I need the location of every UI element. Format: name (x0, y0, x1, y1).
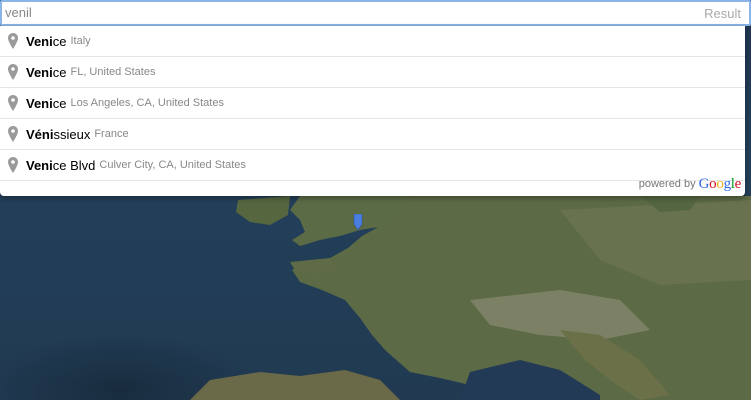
powered-by-text: powered by (638, 178, 696, 190)
suggestion-secondary-text: FL, United States (70, 66, 156, 78)
suggestion-item[interactable]: Venice Los Angeles, CA, United States (0, 88, 745, 119)
logo-letter: G (698, 175, 710, 192)
suggestion-item[interactable]: Venice FL, United States (0, 57, 745, 88)
logo-letter: o (716, 175, 724, 192)
map-pin-icon (0, 64, 26, 80)
unmatched-text: ce (52, 33, 67, 49)
suggestion-secondary-text: Italy (70, 35, 91, 47)
suggestion-main-text: Venice Blvd (26, 158, 95, 173)
suggestion-main-text: Vénissieux (26, 127, 90, 142)
suggestion-item[interactable]: Venice Blvd Culver City, CA, United Stat… (0, 150, 745, 181)
suggestion-main-text: Venice (26, 34, 66, 49)
map-pin-icon (0, 95, 26, 111)
logo-letter: e (734, 175, 742, 192)
suggestion-item[interactable]: Venice Italy (0, 26, 745, 57)
map-pin-icon (0, 126, 26, 142)
suggestion-main-text: Venice (26, 65, 66, 80)
matched-text: Veni (26, 33, 53, 49)
matched-text: Veni (26, 95, 53, 111)
search-box[interactable]: Result (0, 0, 751, 26)
map-marker-icon[interactable] (353, 214, 363, 230)
google-logo: Google (698, 175, 742, 193)
unmatched-text: ce (52, 64, 67, 80)
suggestion-secondary-text: France (94, 128, 129, 140)
unmatched-text: ce Blvd (52, 157, 96, 173)
matched-text: Véni (26, 126, 54, 142)
suggestion-secondary-text: Culver City, CA, United States (99, 159, 246, 171)
matched-text: Veni (26, 157, 53, 173)
unmatched-text: ssieux (53, 126, 91, 142)
autocomplete-dropdown: Venice Italy Venice FL, United States Ve… (0, 26, 745, 196)
map-pin-icon (0, 157, 26, 173)
map-pin-icon (0, 33, 26, 49)
matched-text: Veni (26, 64, 53, 80)
search-input[interactable] (2, 2, 695, 24)
suggestion-item[interactable]: Vénissieux France (0, 119, 745, 150)
attribution-footer: powered by Google (638, 174, 742, 194)
result-button[interactable]: Result (696, 4, 749, 24)
suggestion-secondary-text: Los Angeles, CA, United States (70, 97, 224, 109)
logo-letter: g (723, 175, 732, 192)
suggestion-main-text: Venice (26, 96, 66, 111)
unmatched-text: ce (52, 95, 67, 111)
